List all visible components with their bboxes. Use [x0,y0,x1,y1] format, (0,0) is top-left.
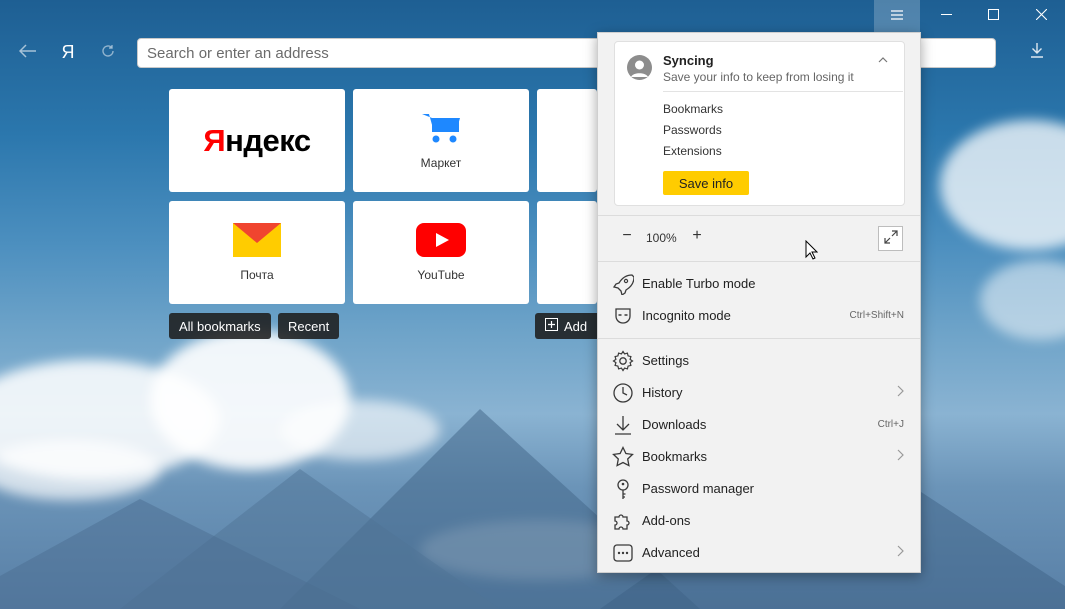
sync-title: Syncing [663,53,714,68]
menu-item-password-manager[interactable]: Password manager [598,474,920,504]
menu-item-bookmarks[interactable]: Bookmarks [598,442,920,472]
chevron-right-icon [897,544,904,560]
puzzle-icon [612,510,634,532]
add-square-icon [545,318,558,334]
youtube-play-icon [416,223,466,262]
star-icon [612,446,634,468]
zoom-out-button[interactable]: − [617,227,637,245]
maximize-button[interactable] [969,0,1017,32]
chevron-right-icon [897,448,904,464]
zoom-in-button[interactable]: + [687,227,707,245]
all-bookmarks-button[interactable]: All bookmarks [169,313,271,339]
menu-item-downloads[interactable]: Downloads Ctrl+J [598,410,920,440]
menu-item-incognito[interactable]: Incognito mode Ctrl+Shift+N [598,301,920,331]
arrow-left-icon [18,42,37,63]
tile-label: Почта [240,268,274,282]
sync-card: Syncing Save your info to keep from losi… [614,41,905,206]
avatar [627,55,652,80]
yandex-logo: Яндекс [203,122,311,158]
divider [598,215,920,216]
fullscreen-icon [883,230,898,247]
fullscreen-button[interactable] [878,226,903,251]
menu-item-addons[interactable]: Add-ons [598,506,920,536]
mouse-cursor-icon [805,239,819,265]
hamburger-menu-button[interactable] [874,0,920,32]
yandex-home-button[interactable]: Я [54,38,82,66]
close-button[interactable] [1017,0,1065,32]
zoom-controls: − 100% + [598,223,920,255]
tile-label: YouTube [417,268,465,282]
chevron-up-icon[interactable] [878,52,888,66]
download-icon [1030,42,1044,63]
shopping-cart-icon [420,111,462,150]
yandex-letter: Я [61,41,75,62]
browser-menu: Syncing Save your info to keep from losi… [597,32,921,573]
save-info-button[interactable]: Save info [663,171,749,195]
sync-item-extensions: Extensions [663,144,722,158]
tile-yandex[interactable]: Яндекс [169,89,345,192]
tile-partial-1[interactable] [537,89,597,192]
more-icon [612,542,634,564]
hamburger-icon [891,7,903,25]
sync-item-bookmarks: Bookmarks [663,102,724,116]
sync-subtitle: Save your info to keep from losing it [663,70,854,84]
menu-item-settings[interactable]: Settings [598,346,920,376]
maximize-icon [987,7,999,25]
reload-icon [101,42,115,63]
chevron-right-icon [897,384,904,400]
clock-icon [612,382,634,404]
sync-item-passwords: Passwords [663,123,722,137]
divider [663,91,903,92]
mail-envelope-icon [233,223,281,262]
recent-button[interactable]: Recent [278,313,340,339]
tile-label: Маркет [420,156,462,170]
menu-item-history[interactable]: History [598,378,920,408]
reload-button[interactable] [94,38,122,66]
key-icon [612,478,634,500]
title-bar [0,0,1065,34]
menu-item-turbo[interactable]: Enable Turbo mode [598,269,920,299]
tile-mail[interactable]: Почта [169,201,345,304]
menu-item-advanced[interactable]: Advanced [598,538,920,568]
tile-partial-2[interactable] [537,201,597,304]
minimize-button[interactable] [922,0,970,32]
divider [598,338,920,339]
back-button[interactable] [14,38,42,66]
gear-icon [612,350,634,372]
download-icon [612,414,634,436]
incognito-icon [612,305,634,327]
zoom-level: 100% [646,231,677,245]
tile-market[interactable]: Маркет [353,89,529,192]
tile-youtube[interactable]: YouTube [353,201,529,304]
address-input[interactable] [138,39,578,67]
rocket-icon [612,273,635,297]
minimize-icon [940,7,952,25]
add-button[interactable]: Add [535,313,597,339]
downloads-toolbar-button[interactable] [1023,38,1051,66]
close-icon [1035,7,1047,25]
divider [598,261,920,262]
